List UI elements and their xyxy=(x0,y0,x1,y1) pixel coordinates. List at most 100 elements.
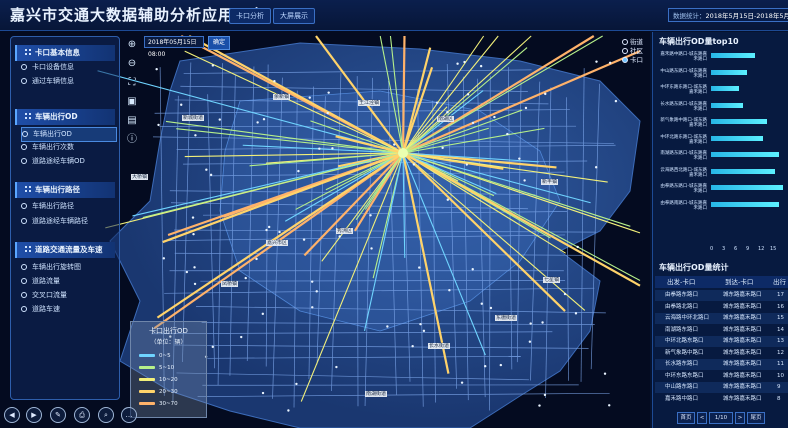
table-row[interactable]: 中山路东路口 城东路嘉禾路口 9 xyxy=(655,382,788,393)
play-icon[interactable]: ▶ xyxy=(26,407,42,423)
table-row[interactable]: 由拳路北路口 城东路嘉禾路口 16 xyxy=(655,302,788,313)
chart-category-label: 中环北路东路口-城东路嘉禾路口 xyxy=(660,134,707,145)
checkpoint-node xyxy=(528,340,532,343)
confirm-button[interactable]: 确定 xyxy=(208,36,230,50)
checkpoint-node xyxy=(255,257,258,261)
zoom-in-icon[interactable]: ⊕ xyxy=(125,38,139,52)
bullet-icon xyxy=(22,131,28,137)
cell-origin: 云海路中环北路口 xyxy=(665,315,710,321)
cell-destination: 城东路嘉禾路口 xyxy=(723,395,762,402)
print-icon[interactable]: ⎙ xyxy=(74,407,90,423)
cell-trips: 14 xyxy=(777,326,784,333)
checkpoint-node xyxy=(262,118,266,121)
pager-next-button[interactable]: > xyxy=(735,412,745,424)
chart-x-tick: 0 xyxy=(710,246,714,252)
table-row[interactable]: 新气象路中路口 城东路嘉禾路口 12 xyxy=(655,348,788,359)
checkpoint-node xyxy=(386,325,389,328)
legend-item: 30~70 xyxy=(139,400,178,408)
info-icon[interactable]: ⓘ xyxy=(125,133,139,147)
document-icon[interactable]: ▤ xyxy=(125,114,139,128)
stats-date-range: 数据统计：2018年5月15日-2018年5月21日 xyxy=(668,8,788,22)
map-layer-radio[interactable]: 街道 xyxy=(622,38,652,47)
sidebar-item[interactable]: 通过车辆信息 xyxy=(21,75,115,88)
more-icon[interactable]: … xyxy=(121,407,137,423)
sidebar-section-3[interactable]: 车辆出行路径 xyxy=(15,182,115,198)
cell-trips: 12 xyxy=(777,349,784,356)
chart-bar xyxy=(711,119,767,124)
checkpoint-node xyxy=(180,103,183,106)
checkpoint-node xyxy=(422,329,426,333)
checkpoint-node xyxy=(211,64,215,67)
table-row[interactable]: 南湖路东路口 城东路嘉禾路口 14 xyxy=(655,325,788,336)
search-icon[interactable]: ⌕ xyxy=(98,407,114,423)
checkpoint-node xyxy=(608,404,611,407)
grid-icon xyxy=(25,186,31,192)
cell-trips: 13 xyxy=(777,338,784,344)
sidebar-section-1[interactable]: 卡口基本信息 xyxy=(15,45,115,61)
prev-icon[interactable]: ◀ xyxy=(4,407,20,423)
map-toolbar: ⊕ ⊖ ⛶ ▣ ▤ ⓘ xyxy=(125,38,139,152)
table-pager: 首页 < 1/10 > 尾页 xyxy=(655,410,788,424)
sidebar-item[interactable]: 道路车速 xyxy=(21,303,115,316)
image-icon[interactable]: ▣ xyxy=(125,95,139,109)
chart-category-label: 嘉禾路中路口-城东路嘉禾路口 xyxy=(660,52,707,62)
sidebar-item[interactable]: 车辆出行旋转图 xyxy=(21,261,115,274)
checkpoint-node xyxy=(614,99,618,103)
cell-destination: 城东路嘉禾路口 xyxy=(723,303,762,310)
checkpoint-node xyxy=(480,302,483,305)
time-picker-input[interactable]: 2018年05月15日08:00 xyxy=(144,36,204,58)
sidebar-item-label: 车辆出行旋转图 xyxy=(32,263,81,271)
checkpoint-node xyxy=(465,163,468,166)
checkpoint-node xyxy=(240,335,243,339)
sidebar-item-label: 道路流量 xyxy=(32,277,60,285)
sidebar-item[interactable]: 车辆出行路径 xyxy=(21,200,115,213)
legend-label: 5~10 xyxy=(159,365,175,371)
sidebar-item[interactable]: 道路途经车辆路径 xyxy=(21,215,115,228)
checkpoint-node xyxy=(310,280,314,283)
map-place-label: 南湖街道 xyxy=(365,391,388,397)
fullscreen-icon[interactable]: ⛶ xyxy=(125,76,139,90)
sidebar-item[interactable]: 卡口设备信息 xyxy=(21,61,115,74)
checkpoint-node xyxy=(463,60,466,64)
map-layer-radio[interactable]: 社区 xyxy=(622,47,652,56)
checkpoint-node xyxy=(326,111,329,115)
map-layer-radio-group: 街道 社区 卡口 xyxy=(622,38,652,65)
table-row[interactable]: 中环东路东路口 城东路嘉禾路口 10 xyxy=(655,371,788,382)
sidebar: 卡口基本信息 卡口设备信息 通过车辆信息 车辆出行OD 车辆出行OD 车辆出行次数 道路途经… xyxy=(10,36,120,400)
sidebar-item[interactable]: 道路途经车辆OD xyxy=(21,155,115,168)
checkpoint-node xyxy=(576,245,579,249)
map-place-label: 余新镇 xyxy=(273,94,291,100)
bullet-icon xyxy=(21,203,27,209)
sidebar-item[interactable]: 车辆出行OD xyxy=(21,127,117,142)
zoom-out-icon[interactable]: ⊖ xyxy=(125,57,139,71)
sidebar-item-label: 车辆出行次数 xyxy=(32,143,74,151)
pager-last-button[interactable]: 尾页 xyxy=(747,412,765,424)
checkpoint-node xyxy=(460,381,464,384)
big-screen-button[interactable]: 大屏展示 xyxy=(273,8,315,24)
edit-icon[interactable]: ✎ xyxy=(50,407,66,423)
right-panel: 车辆出行OD量top10 嘉禾路中路口-城东路嘉禾路口 中山路东路口-城东路嘉禾路… xyxy=(652,32,788,428)
sidebar-item-label: 车辆出行路径 xyxy=(32,202,74,210)
sidebar-section-4[interactable]: 道路交通流量及车速 xyxy=(15,242,115,258)
checkpoint-analysis-button[interactable]: 卡口分析 xyxy=(229,8,271,24)
legend-item: 20~30 xyxy=(139,388,178,396)
pager-first-button[interactable]: 首页 xyxy=(677,412,695,424)
sidebar-item[interactable]: 车辆出行次数 xyxy=(21,141,115,154)
legend-unit: （单位：辆） xyxy=(150,339,187,346)
sidebar-section-2[interactable]: 车辆出行OD xyxy=(15,109,115,125)
pager-prev-button[interactable]: < xyxy=(697,412,707,424)
table-row[interactable]: 嘉禾路中路口 城东路嘉禾路口 8 xyxy=(655,394,788,405)
checkpoint-node xyxy=(518,157,521,160)
sidebar-item[interactable]: 交叉口流量 xyxy=(21,289,115,302)
map-layer-radio[interactable]: 卡口 xyxy=(622,56,652,65)
table-row[interactable]: 长水路东路口 城东路嘉禾路口 11 xyxy=(655,359,788,370)
checkpoint-node xyxy=(261,391,265,395)
checkpoint-node xyxy=(448,289,451,292)
table-row[interactable]: 云海路中环北路口 城东路嘉禾路口 15 xyxy=(655,313,788,324)
cell-origin: 由拳路北路口 xyxy=(665,303,699,310)
cell-trips: 8 xyxy=(777,395,781,402)
table-row[interactable]: 中环北路东路口 城东路嘉禾路口 13 xyxy=(655,336,788,347)
chart-bar xyxy=(711,102,743,108)
table-row[interactable]: 由拳路东路口 城东路嘉禾路口 17 xyxy=(655,290,788,301)
sidebar-item[interactable]: 道路流量 xyxy=(21,275,115,288)
